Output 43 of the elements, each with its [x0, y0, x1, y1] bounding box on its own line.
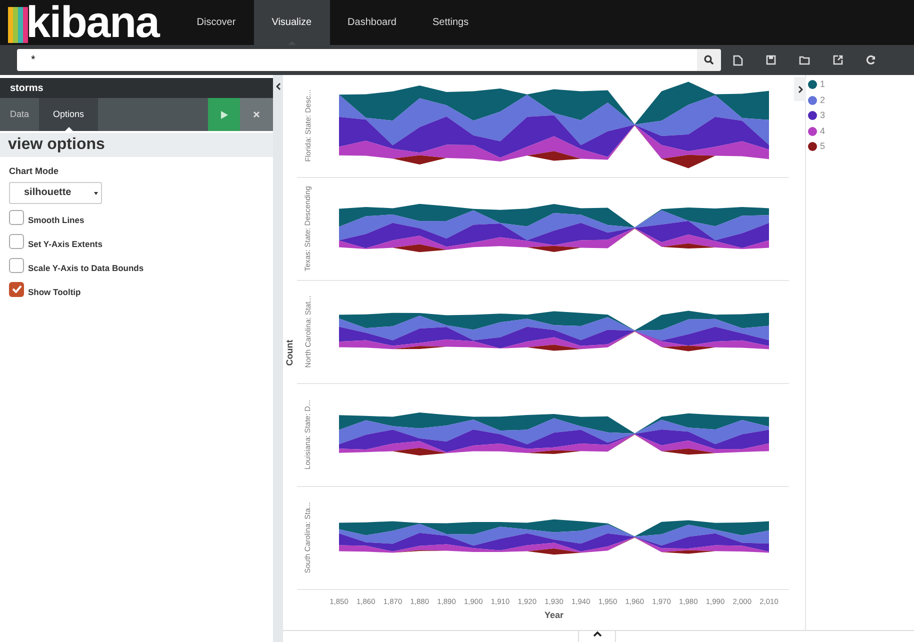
caret-icon [94, 190, 98, 194]
x-axis-title: Year [544, 609, 564, 622]
checkbox-label: Set Y-Axis Extents [28, 238, 102, 250]
apply-button[interactable] [208, 98, 240, 131]
nav-tab[interactable]: Settings [414, 0, 487, 45]
checkbox[interactable] [9, 282, 24, 296]
chart-mode-select[interactable]: silhouette [9, 182, 102, 204]
search-field[interactable]: * [17, 49, 697, 71]
close-icon [253, 111, 260, 118]
search-icon [704, 55, 714, 65]
legend-label[interactable]: 5 [820, 140, 826, 154]
collapse-icon[interactable] [276, 83, 280, 90]
logo-wordmark: kibana [26, 1, 159, 45]
folder-icon[interactable] [799, 56, 810, 64]
checkbox-label: Show Tooltip [28, 286, 81, 298]
share-icon[interactable] [833, 55, 843, 65]
checkbox[interactable] [9, 210, 24, 224]
field-label: Chart Mode [9, 165, 60, 178]
nav-tab[interactable]: Visualize [254, 0, 330, 45]
checkbox-label: Scale Y-Axis to Data Bounds [28, 262, 144, 274]
y-axis-title: Count [283, 340, 296, 366]
logo-bars-icon [8, 7, 28, 43]
play-icon [220, 110, 228, 118]
search-button[interactable] [697, 49, 721, 71]
panel-tab[interactable]: Options [39, 98, 98, 131]
chevron-right-icon [798, 86, 802, 92]
nav-tab[interactable]: Dashboard [330, 0, 414, 45]
legend-toggle[interactable] [794, 77, 806, 101]
panel-title-bar: storms [0, 78, 273, 98]
checkbox-label: Smooth Lines [28, 214, 84, 226]
new-document-icon[interactable] [733, 54, 743, 66]
checkbox[interactable] [9, 258, 24, 272]
section-heading: view options [8, 135, 105, 155]
legend-label[interactable]: 2 [820, 94, 826, 107]
nav-tab[interactable]: Discover [178, 0, 254, 45]
checkbox[interactable] [9, 234, 24, 248]
expand-icon[interactable] [592, 631, 602, 637]
panel-tab[interactable]: Data [0, 98, 40, 131]
refresh-icon[interactable] [866, 55, 876, 65]
legend-label[interactable]: 3 [820, 109, 826, 122]
save-icon[interactable] [766, 55, 776, 65]
legend-label[interactable]: 4 [820, 124, 826, 138]
legend-label[interactable]: 1 [820, 78, 826, 92]
